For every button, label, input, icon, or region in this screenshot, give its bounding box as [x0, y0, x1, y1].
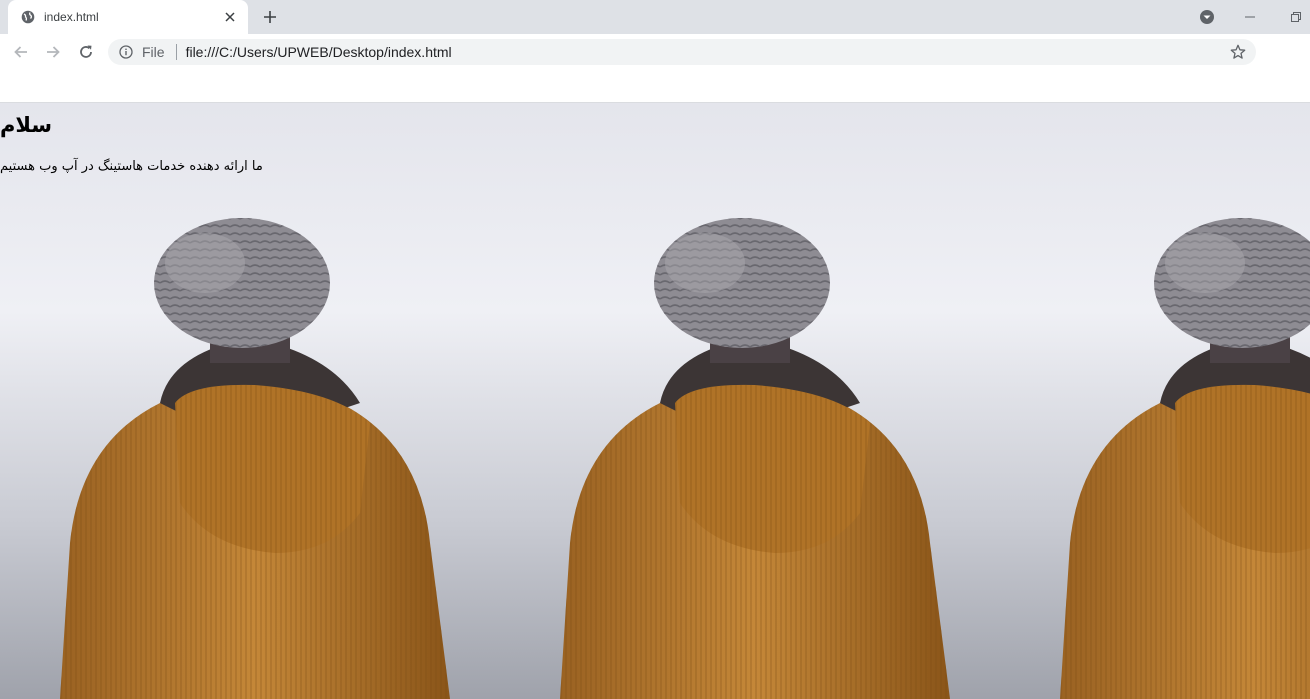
- reload-icon: [80, 45, 92, 58]
- arrow-right-icon: [47, 46, 60, 58]
- restore-button[interactable]: [1274, 0, 1310, 34]
- reload-button[interactable]: [72, 38, 100, 66]
- tab-index-html[interactable]: index.html: [8, 0, 248, 34]
- profile-dropdown-button[interactable]: [1197, 7, 1217, 27]
- star-icon[interactable]: [1229, 43, 1247, 61]
- tab-title: index.html: [44, 10, 99, 24]
- background-image-tile: [0, 103, 500, 699]
- bookmarks-bar: [0, 70, 1310, 103]
- globe-icon: [20, 9, 36, 25]
- new-tab-button[interactable]: [258, 5, 282, 29]
- arrow-left-icon: [14, 46, 27, 58]
- url-text[interactable]: file:///C:/Users/UPWEB/Desktop/index.htm…: [186, 44, 452, 60]
- info-icon[interactable]: [118, 44, 134, 60]
- background-image-tile: [1000, 103, 1310, 699]
- minimize-button[interactable]: [1228, 0, 1272, 34]
- scheme-chip: File: [142, 44, 165, 60]
- tab-strip: index.html: [0, 0, 1310, 34]
- page-heading: سلام: [0, 113, 52, 137]
- chevron-down-circle-icon: [1200, 10, 1214, 24]
- close-icon[interactable]: [220, 7, 240, 27]
- restore-icon: [1291, 12, 1301, 22]
- page-paragraph: ما ارائه دهنده خدمات هاستینگ در آپ وب هس…: [0, 159, 263, 174]
- browser-toolbar: File file:///C:/Users/UPWEB/Desktop/inde…: [0, 34, 1310, 70]
- page-viewport: سلام ما ارائه دهنده خدمات هاستینگ در آپ …: [0, 103, 1310, 699]
- plus-icon: [264, 11, 276, 23]
- address-bar[interactable]: File file:///C:/Users/UPWEB/Desktop/inde…: [108, 39, 1256, 65]
- person-in-beanie-jacket-image: [500, 103, 1000, 699]
- background-image-tile: [500, 103, 1000, 699]
- back-button[interactable]: [7, 38, 35, 66]
- person-in-beanie-jacket-image: [1000, 103, 1310, 699]
- omnibox-separator: [175, 44, 177, 60]
- minimize-icon: [1245, 16, 1255, 18]
- person-in-beanie-jacket-image: [0, 103, 500, 699]
- forward-button[interactable]: [39, 38, 67, 66]
